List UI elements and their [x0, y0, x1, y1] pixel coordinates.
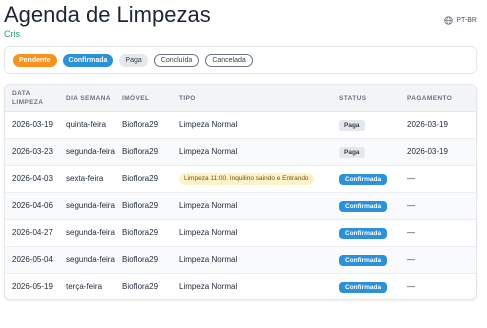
cell-weekday: terça-feira	[66, 282, 103, 292]
cell-date: 2026-05-19	[12, 282, 53, 292]
cell-type: Limpeza Normal	[179, 228, 238, 237]
cleaning-note: Limpeza 11:00. Inquilino saindo e Entran…	[179, 173, 314, 185]
filter-confirmada[interactable]: Confirmada	[62, 53, 114, 67]
cell-status: Paga	[332, 112, 400, 139]
page: Agenda de Limpezas Cris PT-BR Pendente C…	[0, 0, 487, 328]
cell-property: Bioflora29	[122, 282, 159, 292]
cell-weekday: quinta-feira	[66, 120, 107, 129]
cell-weekday: sexta-feira	[66, 174, 104, 183]
cell-status: Confirmada	[332, 274, 400, 300]
column-header-weekday[interactable]: Dia Semana	[59, 85, 115, 112]
cell-payment: 2026-03-19	[407, 120, 448, 129]
table-row[interactable]: 2026-03-19 quinta-feira Bioflora29 Limpe…	[5, 112, 476, 139]
cell-type: Limpeza Normal	[179, 147, 238, 156]
table-row[interactable]: 2026-03-23 segunda-feira Bioflora29 Limp…	[5, 138, 476, 166]
status-badge: Paga	[339, 146, 365, 158]
status-badge: Paga	[339, 119, 365, 131]
filter-paga[interactable]: Paga	[119, 53, 148, 67]
column-header-property[interactable]: Imóvel	[115, 85, 172, 112]
locale-label: PT-BR	[456, 17, 477, 24]
cell-property: Bioflora29	[122, 174, 159, 183]
cell-property: Bioflora29	[122, 228, 159, 237]
cell-date: 2026-05-04	[12, 255, 53, 264]
cell-date: 2026-04-03	[12, 174, 53, 183]
table-row[interactable]: 2026-05-04 segunda-feira Bioflora29 Limp…	[5, 246, 476, 274]
globe-icon	[444, 16, 454, 25]
column-header-status[interactable]: Status	[332, 85, 400, 112]
cell-payment: —	[407, 228, 415, 237]
cleaning-schedule-table: Data Limpeza Dia Semana Imóvel Tipo Stat…	[4, 84, 477, 300]
cell-property: Bioflora29	[122, 120, 159, 129]
cell-property: Bioflora29	[122, 147, 159, 156]
cell-type: Limpeza Normal	[179, 255, 238, 264]
cell-payment: —	[407, 201, 415, 210]
filter-concluida[interactable]: Concluída	[153, 53, 200, 67]
header: Agenda de Limpezas Cris PT-BR	[4, 2, 477, 46]
cell-status: Confirmada	[332, 247, 400, 274]
cell-date: 2026-04-27	[12, 228, 53, 237]
cell-payment: —	[407, 174, 415, 183]
cell-payment: —	[407, 255, 415, 264]
cell-type: Limpeza Normal	[179, 282, 238, 292]
status-filter-bar: Pendente Confirmada Paga Concluída Cance…	[4, 46, 477, 74]
cell-status: Confirmada	[332, 220, 400, 247]
cell-weekday: segunda-feira	[66, 147, 115, 156]
status-badge: Confirmada	[339, 173, 388, 185]
cell-payment: —	[407, 282, 415, 292]
status-badge: Confirmada	[339, 281, 388, 293]
cell-type: Limpeza Normal	[179, 120, 238, 129]
cell-property: Bioflora29	[122, 201, 159, 210]
table-row[interactable]: 2026-04-03 sexta-feira Bioflora29 Limpez…	[5, 166, 476, 193]
cell-date: 2026-03-23	[12, 147, 53, 156]
table-header-row: Data Limpeza Dia Semana Imóvel Tipo Stat…	[5, 85, 476, 112]
filter-cancelada[interactable]: Cancelada	[205, 53, 253, 67]
page-title: Agenda de Limpezas	[4, 2, 211, 27]
cell-payment: 2026-03-19	[407, 147, 448, 156]
column-header-date[interactable]: Data Limpeza	[5, 85, 59, 112]
table-row[interactable]: 2026-04-06 segunda-feira Bioflora29 Limp…	[5, 192, 476, 220]
cell-status: Confirmada	[332, 193, 400, 220]
cell-type: Limpeza Normal	[179, 201, 238, 210]
filter-pendente[interactable]: Pendente	[13, 53, 57, 67]
cell-status: Paga	[332, 139, 400, 166]
cell-weekday: segunda-feira	[66, 201, 115, 210]
table-row[interactable]: 2026-04-27 segunda-feira Bioflora29 Limp…	[5, 220, 476, 247]
table-row[interactable]: 2026-05-19 terça-feira Bioflora29 Limpez…	[5, 274, 476, 300]
status-badge: Confirmada	[339, 200, 388, 212]
cell-property: Bioflora29	[122, 255, 159, 264]
user-name: Cris	[4, 29, 20, 39]
status-badge: Confirmada	[339, 254, 388, 266]
cell-weekday: segunda-feira	[66, 228, 115, 237]
status-badge: Confirmada	[339, 227, 388, 239]
cell-date: 2026-04-06	[12, 201, 53, 210]
locale-switch[interactable]: PT-BR	[444, 16, 477, 25]
cell-type: Limpeza 11:00. Inquilino saindo e Entran…	[172, 166, 332, 193]
cell-weekday: segunda-feira	[66, 255, 115, 264]
column-header-type[interactable]: Tipo	[172, 85, 332, 112]
column-header-payment[interactable]: Pagamento	[400, 85, 476, 112]
cell-status: Confirmada	[332, 166, 400, 193]
cell-date: 2026-03-19	[12, 120, 53, 129]
